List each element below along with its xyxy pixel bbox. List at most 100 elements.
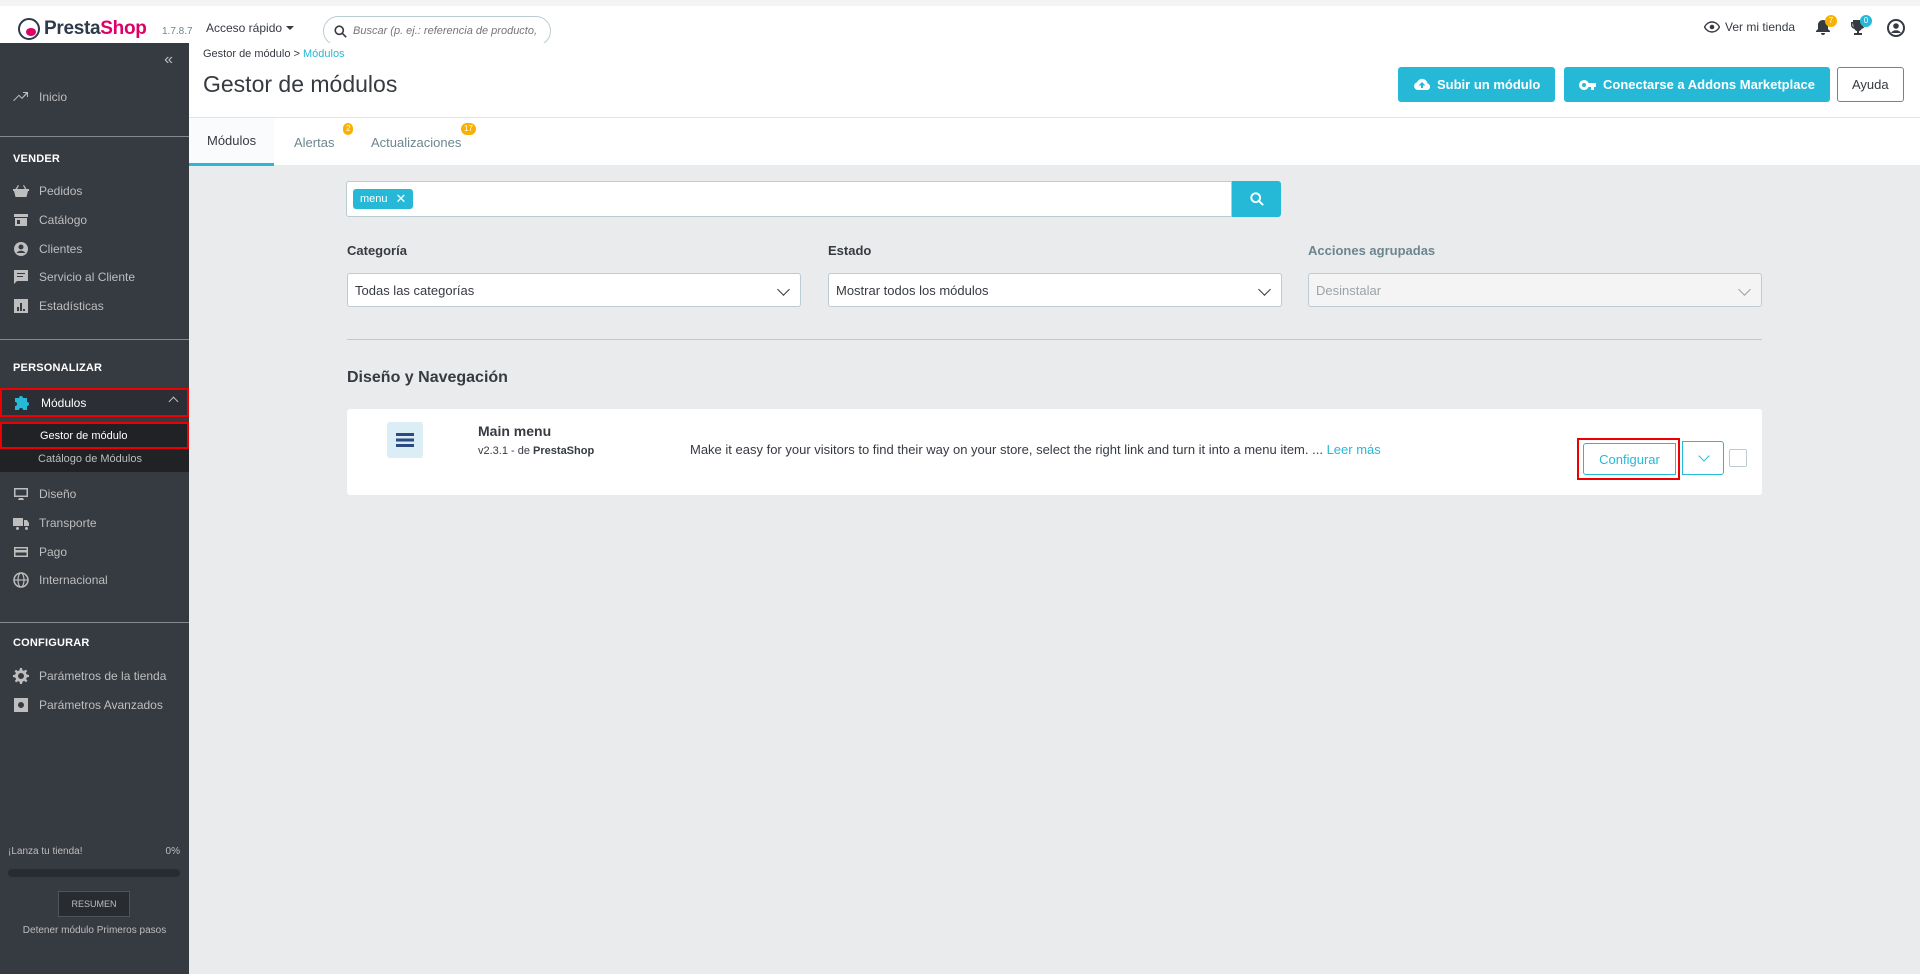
search-icon — [1249, 192, 1264, 206]
breadcrumb-current[interactable]: Módulos — [303, 48, 345, 60]
sidebar-item-label: Módulos — [41, 395, 87, 410]
sidebar-divider — [0, 622, 189, 623]
sidebar-subitem-label: Gestor de módulo — [40, 429, 128, 442]
sidebar-subitem-gestor[interactable]: Gestor de módulo — [0, 422, 189, 449]
sidebar-item-pedidos[interactable]: Pedidos — [0, 177, 189, 205]
actualizaciones-badge: 17 — [461, 123, 476, 135]
header-search-input[interactable] — [353, 25, 543, 37]
module-author: PrestaShop — [533, 445, 595, 457]
tab-alertas[interactable]: Alertas 2 — [294, 118, 364, 166]
acciones-value: Desinstalar — [1316, 282, 1382, 298]
module-card: Main menu v2.3.1 - de PrestaShop Make it… — [347, 409, 1762, 495]
section-configurar: CONFIGURAR — [13, 637, 90, 649]
view-store-link[interactable]: Ver mi tienda — [1704, 20, 1795, 34]
launch-percent: 0% — [165, 846, 180, 857]
version-label: 1.7.8.7 — [162, 26, 193, 37]
sidebar-item-internacional[interactable]: Internacional — [0, 566, 189, 594]
shopping-basket-icon — [13, 185, 29, 197]
sidebar-item-inicio[interactable]: Inicio — [0, 83, 189, 111]
sidebar-item-label: Pago — [39, 545, 68, 559]
categoria-value: Todas las categorías — [355, 282, 475, 298]
module-search-button[interactable] — [1232, 181, 1281, 217]
chat-icon — [14, 270, 28, 284]
caret-down-icon — [286, 26, 295, 30]
launch-label: ¡Lanza tu tienda! — [8, 846, 83, 857]
key-icon — [1579, 79, 1596, 90]
bar-chart-icon — [14, 299, 28, 313]
module-version: v2.3.1 - de PrestaShop — [478, 445, 594, 457]
tab-label: Actualizaciones — [371, 134, 462, 150]
addons-marketplace-label: Conectarse a Addons Marketplace — [1603, 77, 1815, 92]
page-header: Gestor de módulo > Módulos Gestor de mód… — [189, 43, 1920, 117]
module-description: Make it easy for your visitors to find t… — [690, 442, 1381, 457]
tab-modulos[interactable]: Módulos — [189, 118, 275, 166]
estado-value: Mostrar todos los módulos — [836, 282, 989, 298]
sidebar-item-clientes[interactable]: Clientes — [0, 235, 189, 263]
section-vender: VENDER — [13, 153, 61, 165]
notifications-bell-icon[interactable]: 7 — [1815, 15, 1837, 37]
truck-icon — [13, 518, 29, 530]
search-tag-label: menu — [360, 193, 388, 205]
top-header: PrestaShop 1.7.8.7 Acceso rápido Ver mi … — [0, 0, 1920, 46]
sidebar-item-modulos[interactable]: Módulos — [0, 388, 189, 417]
sidebar-item-label: Internacional — [39, 573, 108, 587]
sidebar-item-label: Diseño — [39, 487, 77, 501]
sidebar-item-parametros-tienda[interactable]: Parámetros de la tienda — [0, 662, 189, 690]
globe-icon — [13, 572, 29, 588]
upload-module-button[interactable]: Subir un módulo — [1398, 67, 1556, 102]
module-version-text: v2.3.1 - de — [478, 445, 530, 457]
breadcrumb-parent[interactable]: Gestor de módulo — [203, 48, 290, 60]
sidebar-item-label: Clientes — [39, 242, 83, 256]
quick-access-label: Acceso rápido — [206, 21, 283, 35]
module-actions-dropdown[interactable] — [1682, 441, 1724, 475]
estado-select[interactable]: Mostrar todos los módulos — [828, 273, 1282, 307]
quick-access-dropdown[interactable]: Acceso rápido — [206, 21, 295, 35]
trending-up-icon — [13, 92, 28, 101]
launch-progress-bar — [8, 869, 180, 877]
search-icon — [334, 24, 347, 38]
sidebar-item-transporte[interactable]: Transporte — [0, 509, 189, 537]
resumen-button[interactable]: RESUMEN — [58, 891, 130, 917]
chevron-down-icon — [1698, 450, 1710, 462]
account-circle-icon — [14, 242, 28, 256]
categoria-select[interactable]: Todas las categorías — [347, 273, 801, 307]
sidebar-subitem-catalogo-modulos[interactable]: Catálogo de Módulos — [0, 447, 189, 471]
breadcrumb: Gestor de módulo > Módulos — [203, 48, 345, 60]
alertas-badge: 2 — [343, 123, 354, 135]
module-select-checkbox[interactable] — [1729, 449, 1747, 467]
prestashop-logo[interactable]: PrestaShop — [18, 18, 147, 40]
acciones-label: Acciones agrupadas — [1308, 243, 1436, 258]
sidebar-item-pago[interactable]: Pago — [0, 538, 189, 566]
sidebar-item-estadisticas[interactable]: Estadísticas — [0, 292, 189, 320]
read-more-link[interactable]: Leer más — [1327, 442, 1381, 457]
header-search[interactable] — [323, 16, 551, 46]
sidebar-item-servicio[interactable]: Servicio al Cliente — [0, 263, 189, 291]
sidebar-item-diseno[interactable]: Diseño — [0, 480, 189, 508]
category-title: Diseño y Navegación — [347, 369, 508, 386]
collapse-sidebar-icon[interactable]: « — [164, 51, 173, 69]
help-button[interactable]: Ayuda — [1837, 67, 1904, 102]
remove-tag-icon[interactable]: ✕ — [396, 191, 407, 207]
addons-marketplace-button[interactable]: Conectarse a Addons Marketplace — [1564, 67, 1830, 102]
section-personalizar: PERSONALIZAR — [13, 362, 103, 374]
tab-actualizaciones[interactable]: Actualizaciones 17 — [371, 118, 486, 166]
store-icon — [14, 214, 28, 226]
module-search-input[interactable]: menu ✕ — [346, 181, 1232, 217]
chevron-down-icon — [1258, 283, 1271, 296]
sidebar-item-label: Pedidos — [39, 184, 83, 198]
stop-onboarding-link[interactable]: Detener módulo Primeros pasos — [0, 925, 189, 936]
sidebar-divider — [0, 339, 189, 340]
tab-label: Alertas — [294, 134, 335, 150]
user-account-icon[interactable] — [1887, 19, 1905, 37]
sidebar-item-label: Transporte — [39, 516, 97, 530]
sidebar-item-catalogo[interactable]: Catálogo — [0, 206, 189, 234]
upload-module-label: Subir un módulo — [1437, 77, 1541, 92]
filters-divider — [347, 339, 1762, 340]
acciones-select: Desinstalar — [1308, 273, 1762, 307]
sidebar-item-parametros-avanzados[interactable]: Parámetros Avanzados — [0, 691, 189, 719]
trophy-icon[interactable]: 0 — [1850, 15, 1872, 37]
eye-icon — [1704, 21, 1720, 33]
configure-button[interactable]: Configurar — [1583, 443, 1676, 475]
sidebar-item-label: Inicio — [39, 90, 68, 104]
categoria-label: Categoría — [347, 243, 407, 258]
